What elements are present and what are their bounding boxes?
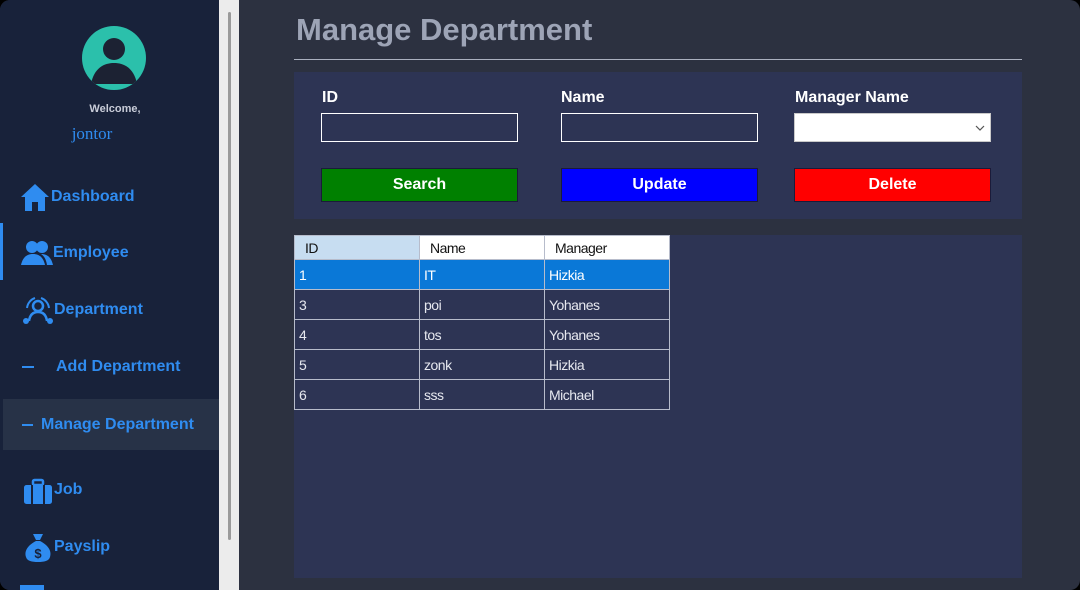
users-icon xyxy=(21,237,53,269)
cell-id[interactable]: 5 xyxy=(294,349,420,380)
cell-manager[interactable]: Hizkia xyxy=(544,259,670,290)
table-row[interactable]: 4 tos Yohanes xyxy=(294,319,670,350)
sidebar: Welcome, jontor Dashboard Employee Depar… xyxy=(0,0,219,590)
table-row[interactable]: 3 poi Yohanes xyxy=(294,289,670,320)
sidebar-item-job[interactable]: Job xyxy=(22,474,82,506)
sidebar-item-label: Payslip xyxy=(54,538,111,555)
scrollbar-thumb[interactable] xyxy=(228,12,231,540)
sidebar-item-label: Dashboard xyxy=(51,188,135,205)
table-row[interactable]: 6 sss Michael xyxy=(294,379,670,410)
department-icon xyxy=(22,294,54,326)
cell-manager[interactable]: Yohanes xyxy=(544,319,670,350)
cell-name[interactable]: zonk xyxy=(419,349,545,380)
name-label: Name xyxy=(561,89,605,106)
search-button[interactable]: Search xyxy=(321,168,518,202)
table-row[interactable]: 1 IT Hizkia xyxy=(294,259,670,290)
sidebar-item-label: Job xyxy=(54,481,83,498)
sidebar-item-label: Add Department xyxy=(56,358,181,375)
delete-button[interactable]: Delete xyxy=(794,168,991,202)
manager-name-select[interactable] xyxy=(794,113,991,142)
sidebar-item-add-department[interactable]: Add Department xyxy=(22,358,180,376)
cell-name[interactable]: poi xyxy=(419,289,545,320)
id-label: ID xyxy=(322,89,338,106)
cell-manager[interactable]: Yohanes xyxy=(544,289,670,320)
column-header-id[interactable]: ID xyxy=(294,235,420,260)
cell-id[interactable]: 6 xyxy=(294,379,420,410)
column-header-manager[interactable]: Manager xyxy=(544,235,670,260)
sidebar-item-label: Department xyxy=(54,301,143,318)
cell-manager[interactable]: Michael xyxy=(544,379,670,410)
title-divider xyxy=(294,59,1022,60)
cell-manager[interactable]: Hizkia xyxy=(544,349,670,380)
sidebar-item-label: Employee xyxy=(53,244,129,261)
dash-icon xyxy=(22,366,34,368)
sidebar-item-dashboard[interactable]: Dashboard xyxy=(19,181,135,213)
sidebar-item-label: Manage Department xyxy=(41,416,194,433)
home-icon xyxy=(19,181,51,213)
cell-name[interactable]: sss xyxy=(419,379,545,410)
cell-name[interactable]: IT xyxy=(419,259,545,290)
manager-name-label: Manager Name xyxy=(795,89,909,106)
table-header-row: ID Name Manager xyxy=(294,235,670,260)
column-header-name[interactable]: Name xyxy=(419,235,545,260)
update-button[interactable]: Update xyxy=(561,168,758,202)
sidebar-scrollbar[interactable] xyxy=(219,0,239,590)
name-field[interactable] xyxy=(561,113,758,142)
avatar-icon xyxy=(82,26,146,90)
sidebar-item-manage-department[interactable]: Manage Department xyxy=(22,416,194,434)
cell-id[interactable]: 1 xyxy=(294,259,420,290)
svg-text:$: $ xyxy=(34,546,42,561)
money-bag-icon: $ xyxy=(22,531,54,563)
welcome-text: Welcome, xyxy=(89,103,141,115)
sidebar-item-employee[interactable]: Employee xyxy=(21,237,129,269)
cell-id[interactable]: 4 xyxy=(294,319,420,350)
table-row[interactable]: 5 zonk Hizkia xyxy=(294,349,670,380)
app-window: Welcome, jontor Dashboard Employee Depar… xyxy=(0,0,1080,590)
username: jontor xyxy=(71,124,113,143)
cell-name[interactable]: tos xyxy=(419,319,545,350)
active-indicator xyxy=(0,223,3,280)
sidebar-item-department[interactable]: Department xyxy=(22,294,143,326)
sidebar-item-payslip[interactable]: $ Payslip xyxy=(22,531,110,563)
dash-icon xyxy=(22,424,33,426)
chevron-down-icon[interactable] xyxy=(970,114,990,141)
next-item-icon xyxy=(20,585,44,590)
page-title: Manage Department xyxy=(296,12,593,47)
briefcase-icon xyxy=(22,474,54,506)
id-field[interactable] xyxy=(321,113,518,142)
department-table[interactable]: ID Name Manager 1 IT Hizkia 3 poi Yohane… xyxy=(294,235,670,410)
cell-id[interactable]: 3 xyxy=(294,289,420,320)
